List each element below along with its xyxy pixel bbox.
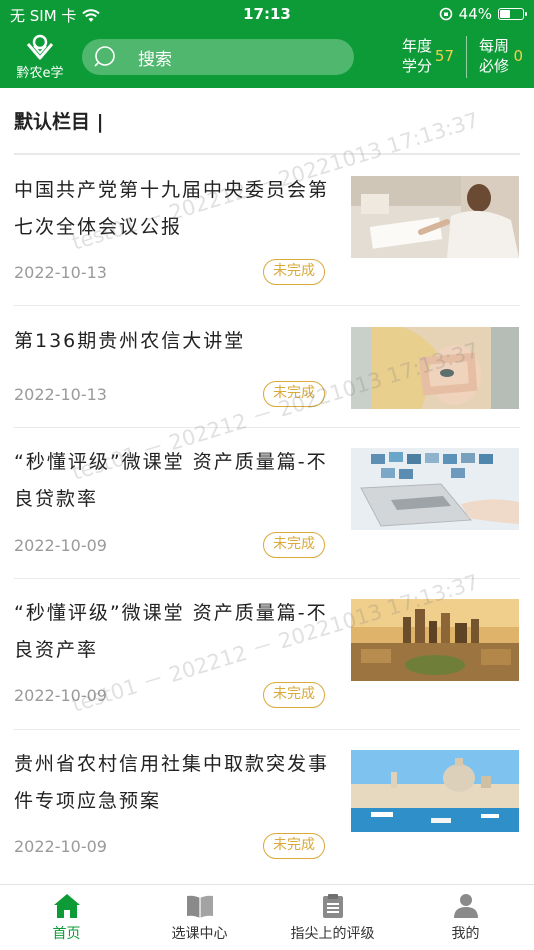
woman-framing-eye-image bbox=[351, 327, 519, 409]
app-header: 黔农e学 搜索 年度学分 57 每周必修 0 bbox=[0, 28, 534, 88]
course-date: 2022-10-09 bbox=[14, 686, 107, 705]
status-badge: 未完成 bbox=[263, 381, 325, 407]
course-date: 2022-10-13 bbox=[14, 263, 107, 282]
course-title: 中国共产党第十九届中央委员会第七次全体会议公报 bbox=[14, 179, 330, 238]
course-title: “秒懂评级”微课堂 资产质量篇-不良资产率 bbox=[14, 602, 328, 661]
weekly-required-stat[interactable]: 每周必修 0 bbox=[479, 36, 523, 80]
tab-home[interactable]: 首页 bbox=[0, 893, 133, 943]
battery-icon bbox=[498, 8, 527, 20]
status-badge: 未完成 bbox=[263, 682, 325, 708]
section-title: 默认栏目 | bbox=[14, 111, 104, 133]
course-thumbnail bbox=[351, 327, 519, 409]
book-icon bbox=[186, 895, 213, 918]
status-badge: 未完成 bbox=[263, 532, 325, 558]
status-badge: 未完成 bbox=[263, 833, 325, 859]
clipboard-icon bbox=[322, 894, 343, 918]
course-title: “秒懂评级”微课堂 资产质量篇-不良贷款率 bbox=[14, 451, 328, 510]
tab-label: 首页 bbox=[52, 926, 81, 942]
course-item[interactable]: 贵州省农村信用社集中取款突发事件专项应急预案 2022-10-09 未完成 bbox=[14, 746, 520, 880]
battery-percent: 44% bbox=[458, 5, 492, 23]
laptop-with-screens-image bbox=[351, 448, 519, 530]
tab-course-center[interactable]: 选课中心 bbox=[133, 893, 266, 943]
annual-credit-value: 57 bbox=[434, 47, 454, 65]
course-thumbnail bbox=[351, 176, 519, 258]
tab-label: 我的 bbox=[451, 926, 480, 942]
weekly-required-label: 每周必修 bbox=[479, 37, 510, 75]
tab-label: 指尖上的评级 bbox=[290, 926, 375, 942]
venice-canal-image bbox=[351, 750, 519, 832]
item-divider bbox=[14, 729, 520, 730]
search-placeholder: 搜索 bbox=[138, 49, 172, 70]
orientation-lock-icon bbox=[439, 7, 452, 21]
course-item[interactable]: “秒懂评级”微课堂 资产质量篇-不良资产率 2022-10-09 未完成 bbox=[14, 595, 520, 730]
course-thumbnail bbox=[351, 750, 519, 832]
home-icon bbox=[53, 894, 80, 918]
course-title: 第136期贵州农信大讲堂 bbox=[14, 330, 246, 352]
logo-text: 黔农e学 bbox=[16, 66, 64, 81]
course-item[interactable]: 第136期贵州农信大讲堂 2022-10-13 未完成 bbox=[14, 323, 520, 428]
status-bar: 无 SIM 卡 17:13 44% bbox=[0, 0, 534, 28]
course-thumbnail bbox=[351, 448, 519, 530]
app-logo: 黔农e学 bbox=[10, 34, 70, 84]
woman-writing-at-desk-image bbox=[351, 176, 519, 258]
user-icon bbox=[453, 894, 478, 918]
course-thumbnail bbox=[351, 599, 519, 681]
city-skyline-image bbox=[351, 599, 519, 681]
tab-mine[interactable]: 我的 bbox=[399, 893, 532, 943]
course-item[interactable]: “秒懂评级”微课堂 资产质量篇-不良贷款率 2022-10-09 未完成 bbox=[14, 444, 520, 579]
course-date: 2022-10-09 bbox=[14, 536, 107, 555]
course-title: 贵州省农村信用社集中取款突发事件专项应急预案 bbox=[14, 753, 330, 812]
search-bar[interactable]: 搜索 bbox=[82, 39, 354, 75]
search-icon bbox=[94, 46, 115, 67]
status-badge: 未完成 bbox=[263, 259, 325, 285]
header-divider bbox=[466, 36, 467, 78]
annual-credit-label: 年度学分 bbox=[402, 37, 433, 75]
annual-credit-stat[interactable]: 年度学分 57 bbox=[402, 36, 454, 80]
tab-rating[interactable]: 指尖上的评级 bbox=[266, 893, 399, 943]
course-item[interactable]: 中国共产党第十九届中央委员会第七次全体会议公报 2022-10-13 未完成 bbox=[14, 172, 520, 306]
tab-label: 选课中心 bbox=[171, 926, 228, 942]
course-date: 2022-10-13 bbox=[14, 385, 107, 404]
item-divider bbox=[14, 578, 520, 579]
course-date: 2022-10-09 bbox=[14, 837, 107, 856]
item-divider bbox=[14, 305, 520, 306]
weekly-required-value: 0 bbox=[513, 47, 523, 65]
logo-emblem-icon bbox=[26, 34, 54, 60]
bottom-tab-bar: 首页 选课中心 指尖上的评级 我的 bbox=[0, 884, 534, 950]
item-divider bbox=[14, 427, 520, 428]
section-divider bbox=[14, 153, 520, 155]
